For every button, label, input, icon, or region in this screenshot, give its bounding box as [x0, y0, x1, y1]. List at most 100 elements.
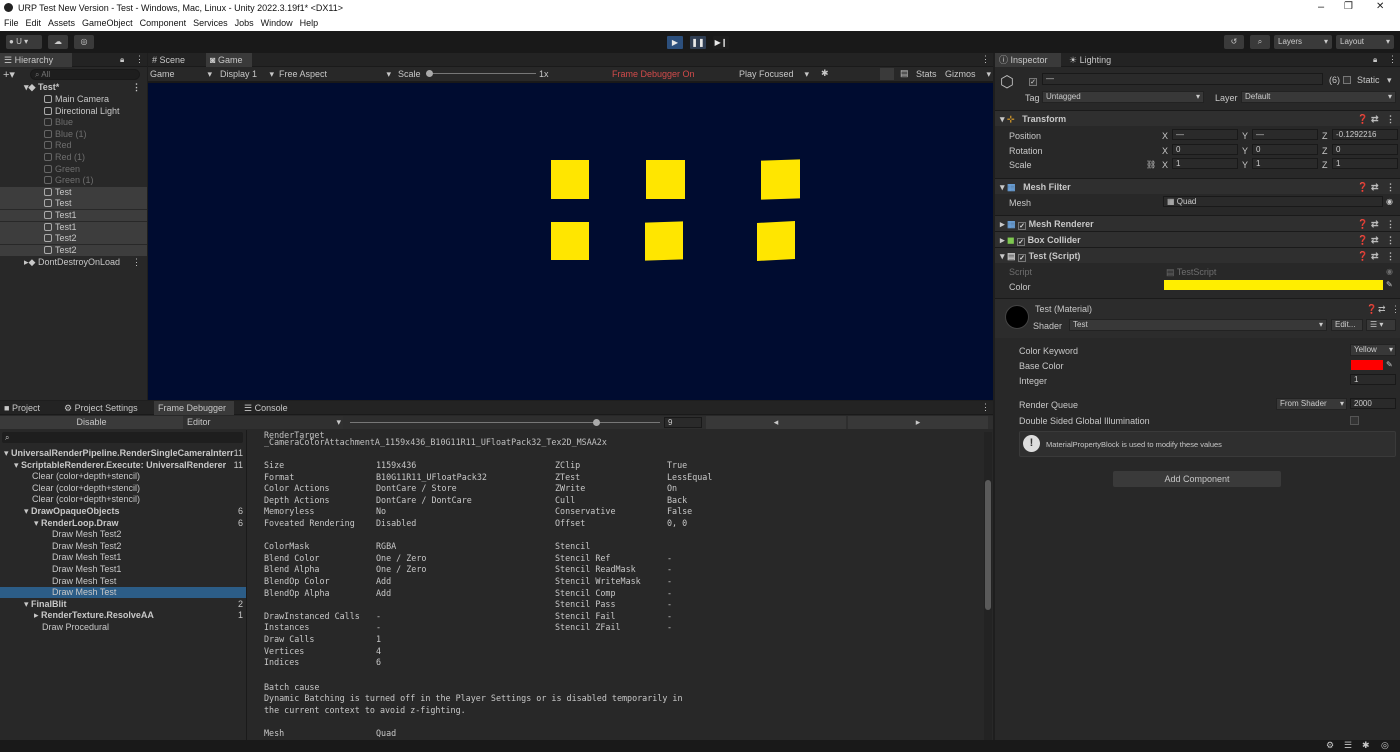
color-keyword-dropdown[interactable]: Yellow ▾ [1350, 344, 1396, 356]
event-tree-item[interactable]: ▾ ScriptableRenderer.Execute: UniversalR… [0, 460, 246, 471]
event-tree-item[interactable]: ▾ RenderLoop.Draw 6 [0, 518, 246, 529]
tab-lighting[interactable]: ☀ Lighting [1065, 53, 1125, 67]
disable-button[interactable]: Disable [0, 416, 183, 429]
help-icon[interactable]: ❓ [1357, 179, 1368, 195]
layout-dropdown[interactable]: Layout ▾ [1336, 35, 1394, 49]
scale-y-field[interactable]: 1 [1252, 158, 1318, 169]
test-script-header[interactable]: ▾ ▤ ✓ Test (Script) ❓ ⇄ ⋮ [995, 247, 1400, 263]
position-y-field[interactable]: — [1252, 129, 1318, 140]
menu-gameobject[interactable]: GameObject [78, 16, 136, 28]
axis-y-label[interactable]: Y [1242, 146, 1248, 156]
event-slider-handle[interactable] [593, 419, 600, 426]
event-tree-item[interactable]: Clear (color+depth+stencil) [0, 483, 246, 494]
tab-hierarchy[interactable]: ☰ Hierarchy [0, 53, 72, 67]
minimize-button[interactable]: – [1318, 1, 1324, 13]
test-script-enabled-checkbox[interactable]: ✓ [1018, 254, 1027, 262]
menu-component[interactable]: Component [136, 16, 190, 28]
event-tree-item[interactable]: Draw Mesh Test2 [0, 541, 246, 552]
close-button[interactable]: ✕ [1376, 1, 1384, 12]
expand-arrow-icon[interactable]: ▾ [4, 448, 11, 458]
event-tree-item[interactable]: Draw Mesh Test2 [0, 529, 246, 540]
aspect-dropdown[interactable]: Free Aspect ▾ [279, 69, 391, 79]
progress-icon[interactable]: ⚙ [1326, 740, 1334, 751]
search-icon[interactable]: ⌕ [1250, 35, 1270, 49]
layers-dropdown[interactable]: Layers ▾ [1274, 35, 1332, 49]
preset-icon[interactable]: ⇄ [1371, 179, 1379, 195]
scale-z-field[interactable]: 1 [1332, 158, 1398, 169]
axis-z-label[interactable]: Z [1322, 131, 1328, 141]
collab-status-icon[interactable]: ◎ [1381, 740, 1389, 751]
preset-icon[interactable]: ⇄ [1371, 248, 1379, 264]
axis-x-label[interactable]: X [1162, 160, 1168, 170]
static-checkbox[interactable] [1343, 75, 1351, 85]
object-name-field[interactable]: — [1042, 73, 1323, 85]
mesh-filter-header[interactable]: ▾ ▦ Mesh Filter ❓ ⇄ ⋮ [995, 178, 1400, 194]
preset-icon[interactable]: ⇄ [1371, 232, 1379, 248]
hierarchy-item[interactable]: Directional Light [0, 106, 147, 117]
event-tree-item[interactable]: Draw Mesh Test1 [0, 552, 246, 563]
tab-console[interactable]: ☰ Console [240, 401, 300, 415]
display-dropdown[interactable]: Display 1 ▾ [220, 69, 274, 79]
base-color-swatch[interactable] [1351, 360, 1383, 370]
position-x-field[interactable]: — [1172, 129, 1238, 140]
bug-icon[interactable]: ✱ [821, 68, 829, 79]
collab-icon[interactable]: ◎ [74, 35, 94, 49]
object-picker-icon[interactable]: ◉ [1386, 197, 1393, 206]
kebab-menu-icon[interactable]: ⋮ [1386, 179, 1395, 195]
layer-dropdown[interactable]: Default ▾ [1241, 91, 1396, 103]
kebab-menu-icon[interactable]: ⋮ [1386, 216, 1395, 232]
maximize-button[interactable]: ❐ [1344, 1, 1353, 12]
hierarchy-search-input[interactable]: ⌕ All [30, 69, 140, 80]
hierarchy-item[interactable]: Test [0, 186, 147, 198]
chevron-down-icon[interactable]: ▾ [1387, 75, 1392, 86]
menu-help[interactable]: Help [296, 16, 322, 28]
event-tree-item[interactable]: Draw Mesh Test1 [0, 564, 246, 575]
rotation-x-field[interactable]: 0 [1172, 144, 1238, 155]
pause-button[interactable]: ❚❚ [690, 36, 706, 49]
box-collider-header[interactable]: ▸ ◼ ✓ Box Collider ❓ ⇄ ⋮ [995, 231, 1400, 247]
event-tree-item[interactable]: ▾ DrawOpaqueObjects 6 [0, 506, 246, 517]
lock-icon[interactable]: 🔒︎ [120, 55, 124, 65]
preset-icon[interactable]: ⇄ [1371, 111, 1379, 127]
events-search-input[interactable]: ⌕ [2, 432, 243, 443]
kebab-menu-icon[interactable]: ⋮ [135, 54, 144, 65]
tag-dropdown[interactable]: Untagged ▾ [1042, 91, 1204, 103]
keyboard-icon[interactable]: ▤ [900, 68, 909, 79]
expand-arrow-icon[interactable]: ▸ [34, 610, 41, 620]
scene-root[interactable]: ▾◆ Test* ⋮ [0, 82, 147, 93]
axis-y-label[interactable]: Y [1242, 160, 1248, 170]
tab-game[interactable]: ◙ Game [206, 53, 252, 67]
expand-arrow-icon[interactable]: ▾ [34, 518, 41, 528]
menu-edit[interactable]: Edit [22, 16, 45, 28]
mesh-renderer-header[interactable]: ▸ ▦ ✓ Mesh Renderer ❓ ⇄ ⋮ [995, 215, 1400, 231]
axis-x-label[interactable]: X [1162, 131, 1168, 141]
event-tree-item[interactable]: Clear (color+depth+stencil) [0, 494, 246, 505]
scale-slider[interactable] [426, 73, 536, 74]
menu-services[interactable]: Services [189, 16, 231, 28]
help-icon[interactable]: ❓ [1357, 216, 1368, 232]
history-icon[interactable]: ↺ [1224, 35, 1244, 49]
prev-event-button[interactable]: ◂ [706, 416, 846, 429]
expand-arrow-icon[interactable]: ▾ [24, 599, 31, 609]
help-icon[interactable]: ❓ [1357, 232, 1368, 248]
hierarchy-item[interactable]: Test2 [0, 233, 147, 245]
mesh-field[interactable]: ▦ Quad [1163, 196, 1383, 207]
add-component-button[interactable]: Add Component [1113, 471, 1281, 487]
menu-file[interactable]: File [0, 16, 22, 28]
hierarchy-item[interactable]: Green (1) [0, 175, 147, 186]
shader-dropdown[interactable]: Test ▾ [1069, 319, 1327, 331]
kebab-menu-icon[interactable]: ⋮ [1386, 248, 1395, 264]
rotation-z-field[interactable]: 0 [1332, 144, 1398, 155]
scale-slider-handle[interactable] [426, 70, 433, 77]
tab-frame-debugger[interactable]: Frame Debugger [154, 401, 234, 415]
hierarchy-item[interactable]: Test1 [0, 221, 147, 233]
event-tree-item[interactable]: ▾ FinalBlit 2 [0, 599, 246, 610]
axis-y-label[interactable]: Y [1242, 131, 1248, 141]
lock-icon[interactable]: 🔒︎ [1373, 55, 1377, 65]
kebab-menu-icon[interactable]: ⋮ [1386, 111, 1395, 127]
step-button[interactable]: ▶❙ [713, 36, 729, 49]
kebab-menu-icon[interactable]: ⋮ [132, 82, 141, 93]
event-slider[interactable] [350, 422, 660, 423]
hierarchy-item[interactable]: Blue (1) [0, 129, 147, 140]
hierarchy-item[interactable]: Test [0, 198, 147, 210]
